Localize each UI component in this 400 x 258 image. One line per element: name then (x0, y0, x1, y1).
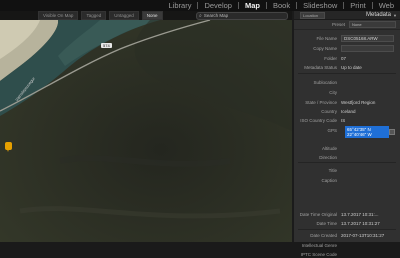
field-title: Title (294, 166, 398, 174)
field-label: Metadata Status (304, 64, 337, 70)
field-label: GPS (327, 127, 337, 133)
field-iso-country-code: ISO Country Code IS (294, 116, 398, 124)
field-intellectual-genre: Intellectual Genre (294, 241, 398, 249)
field-country: Country Iceland (294, 107, 398, 115)
collapse-triangle-icon: ▼ (393, 12, 397, 18)
search-icon: ⌕ (199, 12, 202, 19)
gps-go-to-arrow-icon[interactable] (389, 129, 395, 135)
field-label: Folder (324, 55, 337, 61)
field-sublocation: Sublocation (294, 78, 398, 86)
field-caption: Caption (294, 176, 398, 184)
preset-label: Preset (331, 22, 345, 27)
field-metadata-status: Metadata Status Up to date (294, 63, 398, 71)
field-label: Intellectual Genre (301, 242, 337, 248)
country-input[interactable]: Iceland (341, 109, 398, 114)
file-name-input[interactable]: DSC05168.ARW (341, 34, 394, 42)
field-iptc-scene-code: IPTC Scene Code (294, 250, 398, 258)
field-date-created: Date Created 2017-07-13T10:31:27 (294, 231, 398, 239)
field-direction: Direction (294, 153, 398, 161)
divider (298, 229, 396, 230)
field-label: Caption (321, 177, 337, 183)
field-label: Country (321, 108, 337, 114)
field-label: File Name (316, 35, 337, 41)
field-label: Date Created (310, 232, 337, 238)
date-created-input[interactable]: 2017-07-13T10:31:27 (341, 233, 398, 238)
field-label: Title (328, 167, 337, 173)
metadata-panel: Location Metadata ▼ Preset None File Nam… (292, 11, 400, 257)
field-date-time: Date Time 13.7.2017 10:31:27 (294, 219, 398, 227)
gps-coordinates-field[interactable]: 65°42'35" N 22°40'46" W (345, 126, 389, 138)
field-folder: Folder 07 (294, 54, 398, 62)
divider (298, 162, 396, 163)
module-map[interactable]: Map (239, 0, 266, 11)
divider (298, 73, 396, 74)
metadata-panel-header: Location Metadata ▼ (294, 11, 400, 20)
module-picker: Library Develop Map Book Slideshow Print… (0, 0, 400, 11)
date-time-original-value: 13.7.2017 10:31:... (341, 211, 379, 217)
field-state-province: State / Province Westfjord Region (294, 98, 398, 106)
filter-none[interactable]: None (141, 11, 163, 20)
photo-location-pin-icon[interactable] (5, 142, 12, 152)
preset-dropdown[interactable]: None (349, 21, 396, 28)
field-label: Date Time Original (299, 211, 337, 217)
satellite-map[interactable]: Visible On Map Tagged Untagged None ⌕ Se… (0, 11, 292, 242)
map-filter-bar: Visible On Map Tagged Untagged None ⌕ Se… (0, 11, 292, 20)
field-city: City (294, 88, 398, 96)
metadata-title[interactable]: Metadata ▼ (366, 12, 397, 18)
state-province-input[interactable]: Westfjord Region (341, 100, 398, 105)
date-time-value: 13.7.2017 10:31:27 (341, 220, 380, 226)
map-search-field[interactable]: ⌕ Search Map (196, 11, 288, 20)
field-label: Sublocation (313, 79, 337, 85)
field-label: Copy Name (313, 45, 337, 51)
field-file-name: File Name DSC05168.ARW (294, 34, 398, 42)
preset-row: Preset None (294, 20, 400, 30)
search-placeholder: Search Map (203, 13, 229, 18)
copy-name-input[interactable] (341, 44, 394, 52)
module-develop[interactable]: Develop (198, 0, 238, 11)
module-book[interactable]: Book (267, 0, 296, 11)
location-dropdown[interactable]: Location (300, 11, 326, 19)
field-label: IPTC Scene Code (300, 251, 337, 257)
field-date-time-original: Date Time Original 13.7.2017 10:31:... (294, 210, 398, 218)
filter-untagged[interactable]: Untagged (109, 11, 139, 20)
module-web[interactable]: Web (373, 0, 400, 11)
iso-country-code-input[interactable]: IS (341, 118, 398, 123)
field-copy-name: Copy Name (294, 44, 398, 52)
field-label: State / Province (305, 99, 337, 105)
module-library[interactable]: Library (163, 0, 198, 11)
field-label: Date Time (316, 220, 337, 226)
metadata-status-value: Up to date (341, 64, 362, 70)
field-label: Direction (319, 154, 337, 160)
field-label: Altitude (321, 145, 337, 151)
module-slideshow[interactable]: Slideshow (297, 0, 343, 11)
filter-visible-on-map[interactable]: Visible On Map (38, 11, 79, 20)
panel-title-label: Metadata (366, 12, 392, 18)
gps-longitude: 22°40'46" W (347, 132, 372, 137)
filter-tagged[interactable]: Tagged (81, 11, 107, 20)
field-label: ISO Country Code (300, 117, 337, 123)
road-number-badge: 574 (101, 43, 112, 48)
field-altitude: Altitude (294, 144, 398, 152)
field-label: City (329, 89, 337, 95)
map-imagery (0, 11, 292, 242)
folder-value: 07 (341, 55, 347, 61)
module-print[interactable]: Print (344, 0, 371, 11)
